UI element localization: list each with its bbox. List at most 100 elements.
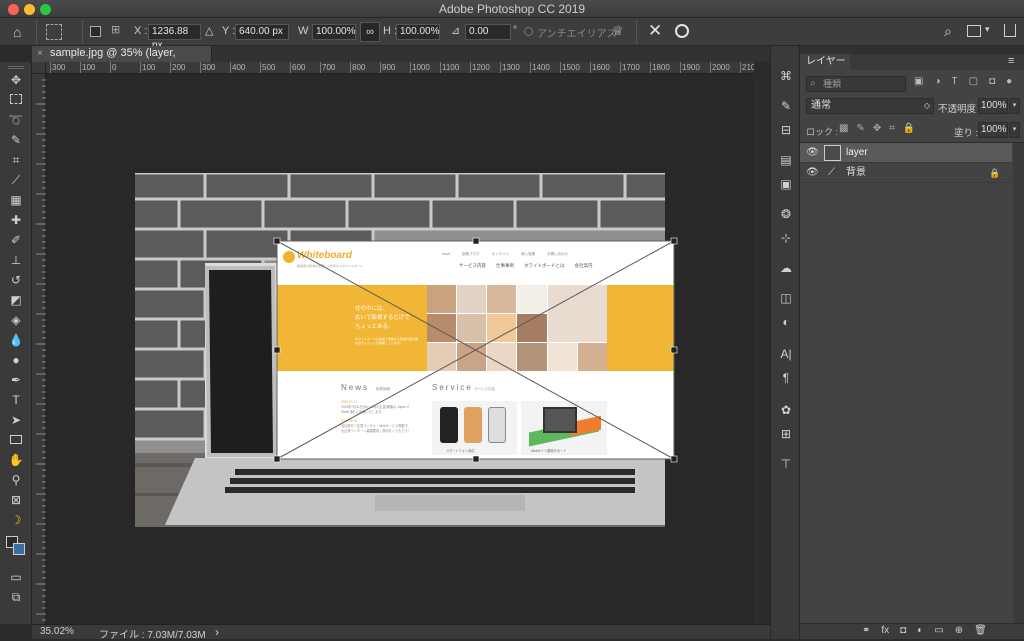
- pen-tool-icon[interactable]: ✒: [7, 371, 25, 389]
- y-field[interactable]: 640.00 px: [235, 24, 289, 40]
- workspace-dropdown-icon[interactable]: ▾: [985, 24, 990, 35]
- channels-panel-icon[interactable]: ◫: [777, 290, 795, 306]
- grid-panel-icon[interactable]: ⊞: [777, 426, 795, 442]
- zoom-tool-icon[interactable]: ⚲: [7, 471, 25, 489]
- delete-layer-icon[interactable]: 🗑: [974, 625, 987, 636]
- properties-panel-icon[interactable]: ▤: [777, 152, 795, 168]
- dodge-tool-icon[interactable]: ●: [7, 351, 25, 369]
- swatches-panel-icon[interactable]: ✿: [777, 402, 795, 418]
- character-panel-icon[interactable]: A|: [777, 346, 795, 362]
- filter-toggle-icon[interactable]: ●: [1006, 76, 1012, 87]
- new-group-icon[interactable]: ▭: [934, 625, 943, 636]
- lock-transparent-icon[interactable]: ▩: [839, 123, 848, 134]
- vertical-ruler[interactable]: [32, 74, 46, 624]
- antialias-radio[interactable]: [524, 27, 533, 36]
- search-icon[interactable]: ⌕: [944, 23, 952, 40]
- pixel-filter-icon[interactable]: ▣: [914, 76, 923, 87]
- color-panel-icon[interactable]: ❂: [777, 206, 795, 222]
- screen-mode-icon[interactable]: ▭: [7, 568, 25, 586]
- horizontal-ruler[interactable]: 300 100 0 100 200 300 400 500 600 700 800 900 1000 11…: [46, 62, 754, 74]
- timeline-panel-icon[interactable]: ⊤: [777, 456, 795, 472]
- rectangle-tool-icon[interactable]: [7, 431, 25, 449]
- spot-healing-tool-icon[interactable]: ✚: [7, 211, 25, 229]
- transform-bounding-box[interactable]: [270, 234, 682, 466]
- layer-row-background[interactable]: 👁 ⟋ 背景 🔒: [800, 163, 1012, 183]
- angle-field[interactable]: 0.00: [465, 24, 511, 40]
- brush-settings-icon[interactable]: ✎: [777, 98, 795, 114]
- add-mask-icon[interactable]: ◘: [900, 625, 906, 636]
- visibility-eye-icon[interactable]: 👁: [806, 163, 819, 183]
- brush-tool-icon[interactable]: ✐: [7, 231, 25, 249]
- edit-in-quick-mask-icon[interactable]: ⧉: [7, 588, 25, 606]
- edit-toolbar-icon[interactable]: ⊠: [7, 491, 25, 509]
- width-field[interactable]: 100.00%: [312, 24, 356, 40]
- layer-filter-select[interactable]: ⌕ 種類: [806, 76, 906, 92]
- opacity-field[interactable]: 100%: [978, 98, 1008, 114]
- layer-name[interactable]: layer: [846, 143, 868, 163]
- status-menu-arrow[interactable]: ›: [215, 625, 219, 639]
- eyedropper-tool-icon[interactable]: ⟋: [7, 171, 25, 189]
- styles-panel-icon[interactable]: ◐: [777, 314, 795, 330]
- fill-dropdown-icon[interactable]: ▾: [1009, 122, 1020, 138]
- adjustment-filter-icon[interactable]: ◑: [934, 76, 940, 87]
- libraries-panel-icon[interactable]: ☁: [777, 260, 795, 276]
- close-tab-icon[interactable]: ×: [37, 46, 43, 61]
- adjustments-panel-icon[interactable]: ⊟: [777, 122, 795, 138]
- type-tool-icon[interactable]: T: [7, 391, 25, 409]
- reference-point-checkbox[interactable]: [90, 26, 101, 37]
- workspace-icon[interactable]: [967, 25, 981, 37]
- smart-filter-icon[interactable]: ◘: [989, 76, 995, 87]
- lock-artboard-icon[interactable]: ⌗: [889, 123, 895, 134]
- layers-tab[interactable]: レイヤー: [800, 54, 850, 70]
- ruler-origin[interactable]: [32, 62, 46, 74]
- cancel-transform-icon[interactable]: ✕: [648, 21, 662, 41]
- history-brush-tool-icon[interactable]: ↺: [7, 271, 25, 289]
- warp-icon[interactable]: ♕: [612, 23, 624, 39]
- link-layers-icon[interactable]: ⚭: [862, 625, 870, 636]
- layer-name[interactable]: 背景: [846, 163, 866, 183]
- shape-filter-icon[interactable]: ▢: [969, 76, 978, 87]
- new-layer-icon[interactable]: ⊕: [955, 625, 963, 636]
- quick-mask-icon[interactable]: ☽: [7, 511, 25, 529]
- document-tab[interactable]: × sample.jpg @ 35% (layer, RGB/8#): [32, 46, 212, 74]
- blend-mode-select[interactable]: 通常 ◇: [806, 98, 934, 114]
- move-tool-icon[interactable]: ✥: [7, 71, 25, 89]
- hand-tool-icon[interactable]: ✋: [7, 451, 25, 469]
- share-icon[interactable]: [1004, 24, 1016, 37]
- lock-image-icon[interactable]: ✎: [856, 123, 864, 134]
- commit-transform-icon[interactable]: [675, 24, 689, 38]
- quick-selection-tool-icon[interactable]: ✎: [7, 131, 25, 149]
- frame-tool-icon[interactable]: ▦: [7, 191, 25, 209]
- layers-scrollbar[interactable]: [1013, 143, 1024, 623]
- layer-style-icon[interactable]: fx: [881, 625, 889, 636]
- visibility-eye-icon[interactable]: 👁: [806, 143, 819, 163]
- lock-position-icon[interactable]: ✥: [873, 123, 881, 134]
- reference-point-icon[interactable]: [46, 24, 62, 40]
- type-filter-icon[interactable]: T: [952, 76, 958, 87]
- blur-tool-icon[interactable]: 💧: [7, 331, 25, 349]
- relative-position-icon[interactable]: △: [205, 24, 213, 37]
- zoom-level[interactable]: 35.02%: [40, 626, 74, 637]
- opacity-dropdown-icon[interactable]: ▾: [1009, 98, 1020, 114]
- home-icon[interactable]: ⌂: [13, 24, 29, 40]
- marquee-tool-icon[interactable]: [7, 91, 25, 109]
- history-panel-icon[interactable]: ⌘: [777, 68, 795, 84]
- paragraph-panel-icon[interactable]: ¶: [777, 370, 795, 386]
- x-field[interactable]: 1236.88 px: [148, 24, 201, 51]
- clone-stamp-tool-icon[interactable]: ⊥: [7, 251, 25, 269]
- new-adjustment-icon[interactable]: ◐: [917, 625, 923, 636]
- fill-field[interactable]: 100%: [978, 122, 1008, 138]
- layer-row-layer[interactable]: 👁 layer: [800, 143, 1012, 163]
- lasso-tool-icon[interactable]: ➰: [7, 111, 25, 129]
- height-field[interactable]: 100.00%: [396, 24, 440, 40]
- path-selection-tool-icon[interactable]: ➤: [7, 411, 25, 429]
- reference-grid-icon[interactable]: ⊞: [111, 23, 127, 39]
- link-icon[interactable]: ∞: [360, 22, 380, 42]
- background-color-swatch[interactable]: [13, 543, 25, 555]
- lock-all-icon[interactable]: 🔒: [903, 123, 915, 134]
- info-panel-icon[interactable]: ▣: [777, 176, 795, 192]
- eraser-tool-icon[interactable]: ◩: [7, 291, 25, 309]
- crop-tool-icon[interactable]: ⌗: [7, 151, 25, 169]
- paint-bucket-tool-icon[interactable]: ◈: [7, 311, 25, 329]
- panel-menu-icon[interactable]: ≡: [1008, 55, 1014, 67]
